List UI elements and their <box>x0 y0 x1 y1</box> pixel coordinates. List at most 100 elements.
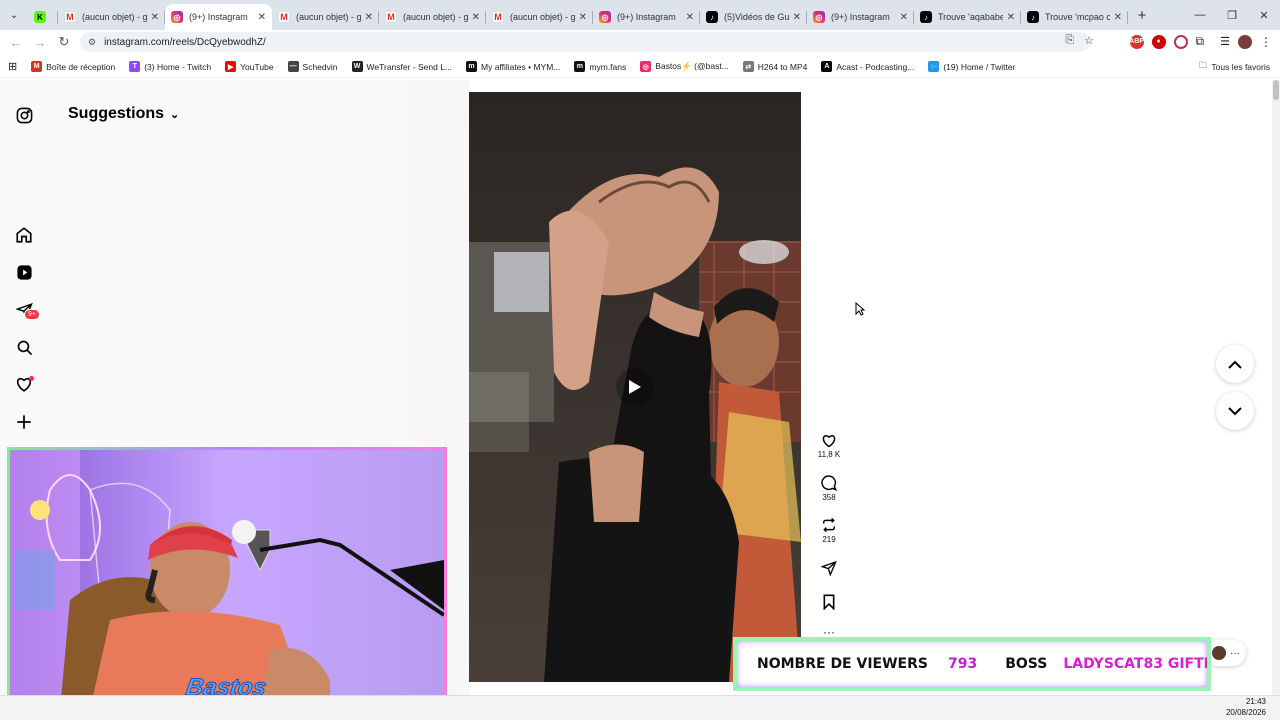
close-tab-icon[interactable]: ✕ <box>793 12 801 23</box>
extension-icon[interactable]: ● <box>1151 34 1166 49</box>
like-button[interactable]: 11,8 K <box>812 430 846 459</box>
play-icon[interactable] <box>616 368 654 406</box>
browser-tab[interactable]: M (aucun objet) - g ✕ <box>272 4 379 30</box>
bookmark-item[interactable]: ◎ Bastos⚡ (@bast... <box>640 61 729 72</box>
browser-tab[interactable]: ♪ (5)Vidéos de Gur ✕ <box>700 4 807 30</box>
bookmark-item[interactable]: ▶ YouTube <box>225 61 274 72</box>
tab-strip: ⌄ K M (aucun objet) - g ✕ ◎ (9+) Instagram ✕ M (… <box>0 0 1280 30</box>
close-tab-icon[interactable]: ✕ <box>472 12 480 23</box>
share-button[interactable] <box>812 558 846 578</box>
restore-button[interactable]: ❐ <box>1216 0 1248 30</box>
browser-tab[interactable]: ♪ Trouve 'aqababe ✕ <box>914 4 1021 30</box>
mouse-cursor-icon <box>855 302 865 316</box>
tab-label: (9+) Instagram <box>189 12 248 22</box>
bookmark-label: (19) Home / Twitter <box>943 61 1016 72</box>
tab-search-button[interactable]: ⌄ <box>0 0 28 30</box>
bookmark-star-icon[interactable]: ☆ <box>1084 34 1094 47</box>
repost-button[interactable]: 219 <box>812 515 846 544</box>
minimize-button[interactable]: — <box>1184 0 1216 30</box>
close-tab-icon[interactable]: ✕ <box>151 12 159 23</box>
forward-button[interactable]: → <box>28 30 52 54</box>
browser-tab[interactable]: ◎ (9+) Instagram ✕ <box>165 4 272 30</box>
close-tab-icon[interactable]: ✕ <box>1114 12 1122 23</box>
messages-icon[interactable]: 9+ <box>14 300 40 320</box>
browser-tab[interactable]: M (aucun objet) - g ✕ <box>58 4 165 30</box>
install-app-icon[interactable]: ⎘ <box>1065 34 1074 47</box>
bookmark-item[interactable]: T (3) Home - Twitch <box>129 61 211 72</box>
bookmark-item[interactable]: 🐦 (19) Home / Twitter <box>928 61 1015 72</box>
bookmark-item[interactable]: m My affiliates • MYM... <box>466 61 560 72</box>
viewers-count: 793 <box>947 656 978 672</box>
repost-count: 219 <box>822 535 836 544</box>
close-tab-icon[interactable]: ✕ <box>900 12 908 23</box>
next-reel-button[interactable] <box>1216 392 1254 430</box>
media-icon[interactable]: ☰ <box>1220 35 1230 48</box>
twitter-icon: 🐦 <box>928 61 940 72</box>
gmail-icon: M <box>31 61 43 72</box>
tab-label: (aucun objet) - g <box>403 12 468 22</box>
tab-label: (9+) Instagram <box>831 12 890 22</box>
close-tab-icon[interactable]: ✕ <box>1007 12 1015 23</box>
apps-icon[interactable]: ⊞ <box>8 60 17 73</box>
bookmark-item[interactable]: m mym.fans <box>574 61 626 72</box>
notifications-heart-icon[interactable] <box>14 374 34 394</box>
instagram-icon: ◎ <box>813 11 825 23</box>
tab-label: Trouve 'mcpao c <box>1045 12 1110 22</box>
address-bar[interactable]: ⚙ instagram.com/reels/DcQyebwodhZ/ <box>80 32 1090 52</box>
browser-tab[interactable]: ◎ (9+) Instagram ✕ <box>807 4 914 30</box>
instagram-logo-icon[interactable] <box>14 105 34 125</box>
blocker-icon[interactable] <box>1173 34 1188 49</box>
reels-icon[interactable] <box>14 262 34 282</box>
bookmark-item[interactable]: M Boîte de réception <box>31 61 115 72</box>
avatar[interactable] <box>1238 34 1252 49</box>
adblock-icon[interactable]: ABP <box>1129 34 1144 49</box>
feed-title: Suggestions <box>68 105 165 122</box>
tab-label: (5)Vidéos de Gur <box>724 12 789 22</box>
tab-label: (aucun objet) - g <box>82 12 147 22</box>
browser-tab[interactable]: K <box>28 4 58 30</box>
feed-selector[interactable]: Suggestions ⌄ <box>68 105 179 123</box>
site-info-icon[interactable]: ⚙ <box>88 37 96 48</box>
menu-icon[interactable]: ⋮ <box>1260 35 1272 49</box>
tab-label: (aucun objet) - g <box>510 12 575 22</box>
save-button[interactable] <box>812 592 846 612</box>
browser-tab[interactable]: M (aucun objet) - g ✕ <box>486 4 593 30</box>
browser-tab[interactable]: ◎ (9+) Instagram ✕ <box>593 4 700 30</box>
window-controls: — ❐ ✕ <box>1184 0 1280 30</box>
tab-label: (aucun objet) - g <box>296 12 361 22</box>
previous-reel-button[interactable] <box>1216 345 1254 383</box>
comment-button[interactable]: 358 <box>812 473 846 502</box>
more-options-icon[interactable]: ··· <box>812 626 846 638</box>
close-window-button[interactable]: ✕ <box>1248 0 1280 30</box>
chevron-down-icon: ⌄ <box>170 108 180 121</box>
repost-icon <box>812 515 846 535</box>
new-tab-button[interactable]: + <box>1128 0 1156 30</box>
comment-icon <box>812 473 846 493</box>
bookmark-item[interactable]: — Schedvin <box>287 61 338 72</box>
system-clock[interactable]: 21:43 20/08/2026 <box>1226 696 1266 718</box>
scrollbar[interactable] <box>1272 80 1280 695</box>
close-tab-icon[interactable]: ✕ <box>579 12 587 23</box>
puzzle-icon[interactable]: ⧉ <box>1196 34 1205 49</box>
search-icon[interactable] <box>14 337 34 357</box>
close-tab-icon[interactable]: ✕ <box>258 12 266 23</box>
tiktok-icon: ♪ <box>1027 11 1039 23</box>
bookmark-item[interactable]: A Acast - Podcasting... <box>821 61 914 72</box>
tabs-container: K M (aucun objet) - g ✕ ◎ (9+) Instagram ✕ M (au… <box>28 0 1128 30</box>
home-icon[interactable] <box>14 225 34 245</box>
send-icon <box>812 558 846 578</box>
reload-button[interactable]: ↻ <box>52 30 76 54</box>
notification-dot <box>29 376 34 381</box>
back-button[interactable]: ← <box>4 30 28 54</box>
bookmark-label: My affiliates • MYM... <box>481 61 561 72</box>
close-tab-icon[interactable]: ✕ <box>686 12 694 23</box>
messages-bubble[interactable]: ··· <box>1206 640 1246 666</box>
all-bookmarks[interactable]: 🗀 Tous les favoris <box>1199 60 1270 74</box>
bookmark-item[interactable]: ⇄ H264 to MP4 <box>742 61 807 72</box>
close-tab-icon[interactable]: ✕ <box>365 12 373 23</box>
browser-tab[interactable]: ♪ Trouve 'mcpao c ✕ <box>1021 4 1128 30</box>
create-plus-icon[interactable] <box>14 412 34 432</box>
browser-tab[interactable]: M (aucun objet) - g ✕ <box>379 4 486 30</box>
bookmark-item[interactable]: W WeTransfer - Send L... <box>351 61 452 72</box>
instagram-icon: ◎ <box>640 61 652 72</box>
